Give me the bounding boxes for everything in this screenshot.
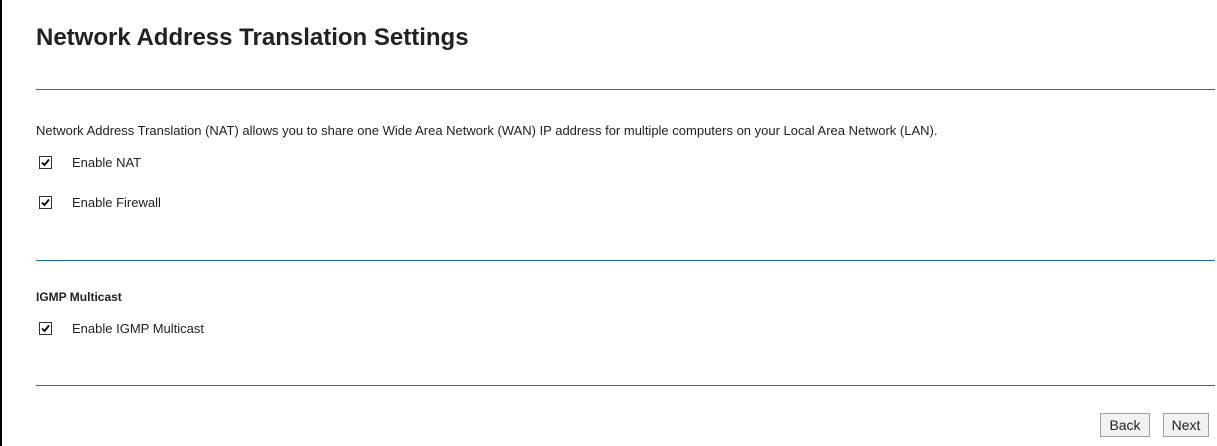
- settings-panel: Network Address Translation Settings Net…: [0, 0, 1215, 446]
- divider: [36, 385, 1215, 386]
- enable-firewall-row: Enable Firewall: [39, 194, 161, 210]
- enable-igmp-label: Enable IGMP Multicast: [72, 320, 204, 336]
- enable-nat-label: Enable NAT: [72, 154, 142, 170]
- divider: [36, 89, 1215, 90]
- checkmark-icon: [41, 158, 50, 166]
- enable-igmp-row: Enable IGMP Multicast: [39, 320, 204, 336]
- enable-nat-row: Enable NAT: [39, 154, 141, 170]
- divider: [36, 260, 1215, 261]
- enable-firewall-label: Enable Firewall: [72, 194, 161, 210]
- checkmark-icon: [41, 324, 50, 332]
- enable-nat-checkbox[interactable]: [39, 155, 52, 169]
- back-button[interactable]: Back: [1100, 413, 1150, 437]
- page-title: Network Address Translation Settings: [36, 24, 469, 51]
- checkmark-icon: [41, 198, 50, 206]
- next-button[interactable]: Next: [1163, 413, 1209, 437]
- enable-igmp-checkbox[interactable]: [39, 321, 52, 335]
- igmp-section-title: IGMP Multicast: [36, 290, 122, 304]
- enable-firewall-checkbox[interactable]: [39, 195, 52, 209]
- nat-description: Network Address Translation (NAT) allows…: [36, 123, 938, 138]
